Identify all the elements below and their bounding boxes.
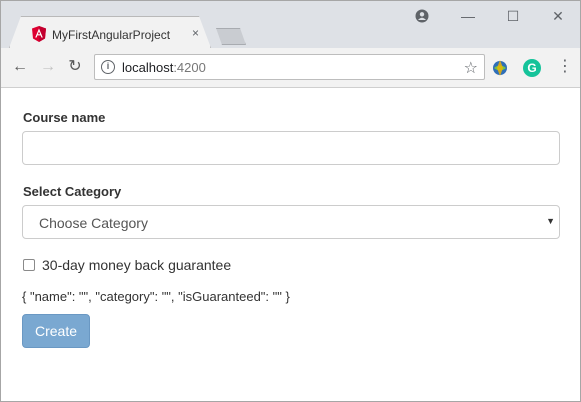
menu-dots-icon[interactable]: ⋮ (557, 57, 573, 77)
info-icon[interactable]: i (101, 60, 115, 74)
select-category-label: Select Category (23, 184, 122, 199)
maximize-icon[interactable]: ☐ (498, 5, 528, 27)
bookmark-star-icon[interactable]: ☆ (464, 58, 478, 78)
browser-window: MyFirstAngularProject × — ☐ ✕ ← → ↻ i lo… (0, 0, 581, 402)
page-content: Course name Select Category Choose Categ… (1, 89, 580, 401)
reload-icon[interactable]: ↻ (65, 57, 85, 77)
create-button[interactable]: Create (22, 314, 90, 348)
back-arrow-icon[interactable]: ← (10, 57, 30, 77)
guarantee-checkbox[interactable] (23, 259, 35, 271)
tab-close-icon[interactable]: × (192, 27, 199, 39)
tab-title: MyFirstAngularProject (52, 28, 171, 42)
grammarly-icon[interactable]: G (523, 59, 541, 77)
forward-arrow-icon[interactable]: → (38, 57, 58, 77)
guarantee-label[interactable]: 30-day money back guarantee (42, 257, 231, 273)
url-host: localhost (122, 60, 174, 75)
minimize-icon[interactable]: — (453, 5, 483, 27)
caret-down-icon: ▼ (546, 216, 555, 226)
course-name-input[interactable] (22, 131, 560, 165)
extension-icon[interactable] (491, 59, 509, 77)
browser-tab[interactable]: MyFirstAngularProject × (9, 16, 211, 48)
category-select-value: Choose Category (39, 215, 148, 231)
angular-logo-icon (32, 26, 46, 42)
profile-icon[interactable] (407, 5, 437, 27)
url-text[interactable]: localhost:4200 (122, 60, 206, 75)
course-name-label: Course name (23, 110, 106, 125)
json-output: { "name": "", "category": "", "isGuarant… (22, 289, 290, 304)
close-icon[interactable]: ✕ (543, 5, 573, 27)
url-port: :4200 (173, 60, 206, 75)
address-bar[interactable]: i localhost:4200 ☆ (94, 54, 485, 80)
browser-toolbar: ← → ↻ i localhost:4200 ☆ G ⋮ (1, 48, 580, 88)
category-select[interactable]: Choose Category ▼ (22, 205, 560, 239)
title-bar: MyFirstAngularProject × — ☐ ✕ (1, 1, 580, 48)
new-tab-button[interactable] (216, 28, 246, 45)
